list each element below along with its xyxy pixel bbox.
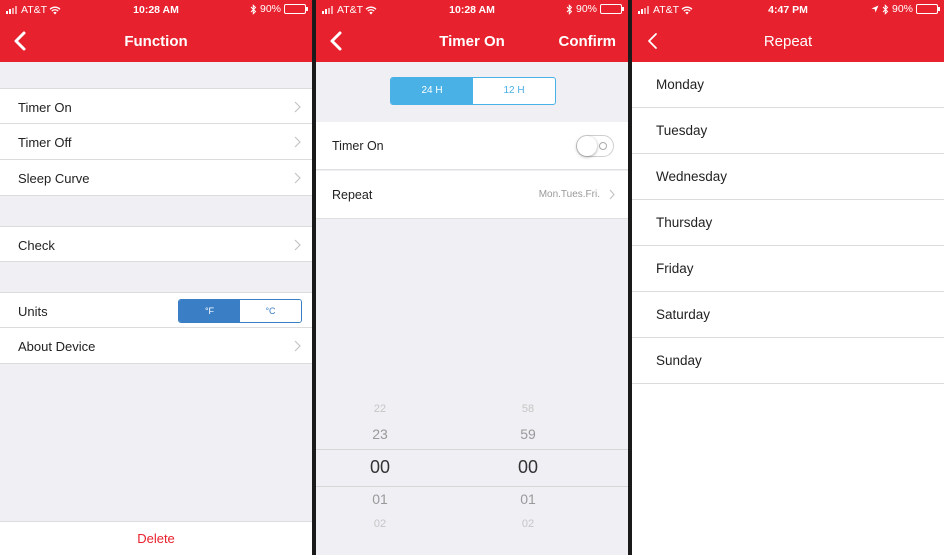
battery-icon	[284, 4, 308, 14]
status-bar: AT&T 4:47 PM 90%	[632, 0, 944, 20]
units-row: Units °F °C	[0, 292, 312, 328]
status-bar: AT&T 10:28 AM 90%	[316, 0, 628, 20]
units-celsius-option[interactable]: °C	[240, 300, 301, 322]
battery-icon	[916, 4, 940, 14]
page-title: Repeat	[763, 33, 813, 50]
timer-on-switch[interactable]	[576, 135, 614, 157]
sleep-curve-label: Sleep Curve	[18, 171, 90, 186]
about-device-label: About Device	[18, 339, 96, 354]
timer-on-screen: AT&T 10:28 AM 90% Timer On Confirm 24 H …	[316, 0, 628, 555]
battery-percent: 90%	[891, 3, 913, 15]
chevron-right-icon	[294, 239, 301, 251]
timer-on-switch-row: Timer On	[316, 122, 628, 170]
units-fahrenheit-option[interactable]: °F	[179, 300, 240, 322]
battery-icon	[600, 4, 624, 14]
timer-on-label: Timer On	[18, 100, 72, 115]
day-sunday[interactable]: Sunday	[632, 338, 944, 384]
day-label: Wednesday	[656, 169, 728, 184]
units-toggle: °F °C	[178, 299, 302, 323]
check-row[interactable]: Check	[0, 226, 312, 262]
hour-value[interactable]: 01	[340, 491, 420, 507]
sleep-curve-row[interactable]: Sleep Curve	[0, 160, 312, 196]
time-picker[interactable]: 22 23 00 01 02 58 59 00 01 02	[316, 220, 628, 555]
confirm-button[interactable]: Confirm	[559, 33, 617, 50]
chevron-right-icon	[294, 340, 301, 352]
delete-button[interactable]: Delete	[0, 521, 312, 555]
hour-value[interactable]: 23	[340, 426, 420, 442]
nav-bar: Repeat	[632, 20, 944, 62]
chevron-right-icon	[294, 136, 301, 148]
battery-percent: 90%	[259, 3, 281, 15]
page-title: Function	[124, 33, 188, 50]
check-label: Check	[18, 238, 55, 253]
day-label: Monday	[656, 77, 705, 92]
hour-value[interactable]: 02	[340, 518, 420, 530]
repeat-screen: AT&T 4:47 PM 90% Repeat Monday Tuesday W…	[632, 0, 944, 555]
day-tuesday[interactable]: Tuesday	[632, 108, 944, 154]
status-bar: AT&T 10:28 AM 90%	[0, 0, 312, 20]
selected-minute[interactable]: 00	[488, 457, 568, 478]
minute-value[interactable]: 01	[488, 491, 568, 507]
about-device-row[interactable]: About Device	[0, 328, 312, 364]
repeat-value: Mon.Tues.Fri.	[538, 189, 600, 200]
hour-12-option[interactable]: 12 H	[473, 78, 555, 104]
minute-value[interactable]: 58	[488, 403, 568, 415]
minute-value[interactable]: 02	[488, 518, 568, 530]
chevron-right-icon	[609, 189, 615, 200]
units-label: Units	[18, 304, 48, 319]
day-label: Sunday	[656, 353, 702, 368]
selected-hour[interactable]: 00	[340, 457, 420, 478]
timer-off-label: Timer Off	[18, 135, 72, 150]
battery-percent: 90%	[575, 3, 597, 15]
day-saturday[interactable]: Saturday	[632, 292, 944, 338]
hour-value[interactable]: 22	[340, 403, 420, 415]
chevron-right-icon	[294, 172, 301, 184]
timer-on-row[interactable]: Timer On	[0, 88, 312, 124]
repeat-row[interactable]: Repeat Mon.Tues.Fri.	[316, 171, 628, 219]
nav-bar: Function	[0, 20, 312, 62]
bluetooth-icon	[882, 3, 889, 15]
day-label: Thursday	[656, 215, 713, 230]
day-label: Friday	[656, 261, 694, 276]
bluetooth-icon	[566, 3, 573, 15]
hour-24-option[interactable]: 24 H	[391, 78, 473, 104]
chevron-right-icon	[294, 101, 301, 113]
day-wednesday[interactable]: Wednesday	[632, 154, 944, 200]
day-friday[interactable]: Friday	[632, 246, 944, 292]
timer-on-label: Timer On	[332, 139, 384, 153]
day-label: Saturday	[656, 307, 711, 322]
bluetooth-icon	[250, 3, 257, 15]
day-label: Tuesday	[656, 123, 708, 138]
minute-value[interactable]: 59	[488, 426, 568, 442]
function-screen: AT&T 10:28 AM 90% Function Timer On Time…	[0, 0, 312, 555]
nav-bar: Timer On Confirm	[316, 20, 628, 62]
timer-off-row[interactable]: Timer Off	[0, 124, 312, 160]
repeat-label: Repeat	[332, 188, 373, 202]
location-arrow-icon	[871, 5, 879, 13]
hour-format-toggle: 24 H 12 H	[390, 77, 556, 105]
day-thursday[interactable]: Thursday	[632, 200, 944, 246]
day-monday[interactable]: Monday	[632, 62, 944, 108]
